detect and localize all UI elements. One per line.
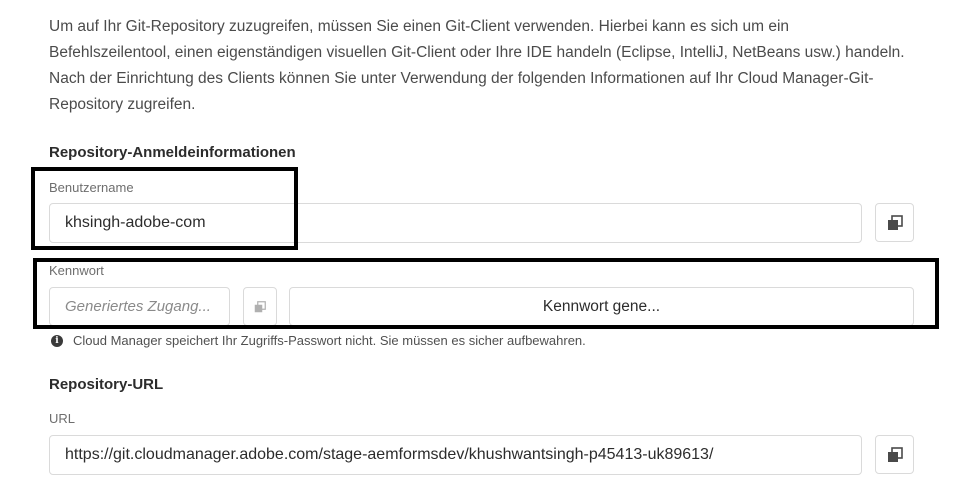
copy-username-button[interactable]: [875, 203, 914, 242]
username-field[interactable]: khsingh-adobe-com: [49, 203, 862, 243]
password-storage-note: i Cloud Manager speichert Ihr Zugriffs-P…: [51, 333, 586, 348]
intro-line: Befehlszeilentool, einen eigenständigen …: [49, 44, 905, 61]
intro-line: Um auf Ihr Git-Repository zuzugreifen, m…: [49, 18, 790, 35]
password-label: Kennwort: [49, 263, 104, 278]
copy-icon: [887, 214, 903, 230]
copy-password-button[interactable]: [243, 287, 277, 326]
generate-password-button[interactable]: Kennwort gene...: [289, 287, 914, 326]
url-label: URL: [49, 411, 76, 426]
username-label: Benutzername: [49, 180, 134, 195]
repository-url-section-title: Repository-URL: [49, 376, 164, 393]
password-note-text: Cloud Manager speichert Ihr Zugriffs-Pas…: [73, 333, 586, 348]
generate-password-label: Kennwort gene...: [542, 297, 661, 315]
copy-url-button[interactable]: [875, 435, 914, 474]
intro-line: Repository zugreifen.: [49, 96, 196, 113]
intro-line: Nach der Einrichtung des Clients können …: [49, 70, 874, 87]
url-field[interactable]: https://git.cloudmanager.adobe.com/stage…: [49, 435, 862, 475]
copy-icon: [254, 300, 266, 312]
intro-text: Um auf Ihr Git-Repository zuzugreifen, m…: [49, 14, 929, 118]
url-value: https://git.cloudmanager.adobe.com/stage…: [65, 446, 714, 463]
password-field[interactable]: Generiertes Zugang...: [49, 287, 230, 326]
copy-icon: [887, 446, 903, 462]
password-placeholder: Generiertes Zugang...: [65, 298, 211, 315]
username-value: khsingh-adobe-com: [65, 214, 206, 231]
credentials-section-title: Repository-Anmeldeinformationen: [49, 144, 296, 161]
info-icon: i: [51, 334, 63, 347]
